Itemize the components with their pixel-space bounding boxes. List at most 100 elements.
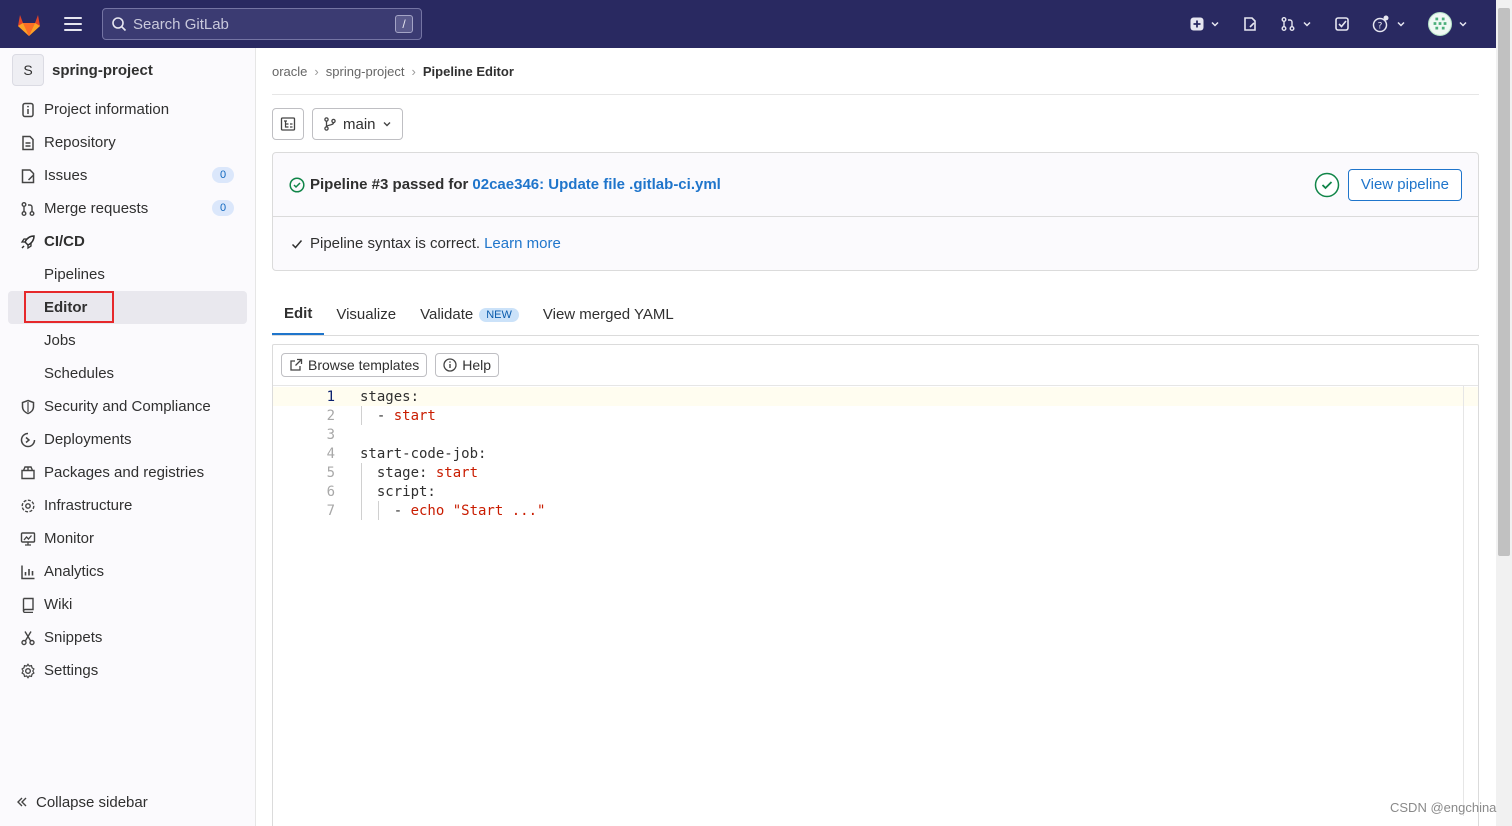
code-area[interactable]: 1 stages: 2 - start 3 4 start-code-job: 5 … xyxy=(273,386,1478,816)
breadcrumb-separator: › xyxy=(314,63,319,79)
sidebar-item-label: Repository xyxy=(44,134,116,151)
new-menu-button[interactable] xyxy=(1190,17,1220,31)
pipeline-status-panel: Pipeline #3 passed for 02cae346: Update … xyxy=(272,152,1479,271)
tab-validate[interactable]: Validate NEW xyxy=(408,294,531,335)
sidebar-item-project-information[interactable]: Project information xyxy=(0,93,255,126)
code-line: 7 - echo "Start ..." xyxy=(273,501,1478,520)
tab-view-merged-yaml[interactable]: View merged YAML xyxy=(531,294,686,335)
tab-label: Validate xyxy=(420,306,474,323)
project-avatar: S xyxy=(12,54,44,86)
browse-templates-label: Browse templates xyxy=(308,357,420,373)
sidebar-item-infrastructure[interactable]: Infrastructure xyxy=(0,489,255,522)
help-nav-button[interactable]: ? xyxy=(1372,15,1406,33)
cloud-gear-icon xyxy=(21,498,35,513)
code-line: 6 script: xyxy=(273,482,1478,501)
code-line: 5 stage: start xyxy=(273,463,1478,482)
sidebar-item-label: Deployments xyxy=(44,431,132,448)
view-pipeline-button[interactable]: View pipeline xyxy=(1347,168,1462,201)
pipeline-status-row: Pipeline #3 passed for 02cae346: Update … xyxy=(273,153,1478,217)
sidebar-item-label: Security and Compliance xyxy=(44,398,211,415)
check-icon xyxy=(291,239,303,249)
commit-link[interactable]: 02cae346: Update file .gitlab-ci.yml xyxy=(472,176,720,193)
search-icon xyxy=(112,17,127,32)
line-number: 7 xyxy=(326,502,335,519)
success-check-icon xyxy=(289,176,305,193)
indent-guide xyxy=(361,463,362,520)
sidebar-item-security-and-compliance[interactable]: Security and Compliance xyxy=(0,390,255,423)
todos-nav-button[interactable] xyxy=(1334,16,1350,32)
sidebar-item-label: Monitor xyxy=(44,530,95,547)
browse-templates-button[interactable]: Browse templates xyxy=(281,353,428,377)
tab-label: Visualize xyxy=(336,306,397,323)
merge-requests-nav-button[interactable] xyxy=(1280,16,1312,32)
tab-edit[interactable]: Edit xyxy=(272,294,325,335)
double-chevron-left-icon xyxy=(17,797,27,807)
todo-check-icon xyxy=(1335,17,1349,31)
project-sidebar: S spring-project Project information Rep… xyxy=(0,48,256,826)
file-tree-toggle-button[interactable] xyxy=(272,108,304,140)
learn-more-link[interactable]: Learn more xyxy=(484,235,561,252)
sidebar-item-label: Schedules xyxy=(44,365,115,382)
sidebar-item-wiki[interactable]: Wiki xyxy=(0,588,255,621)
line-number: 5 xyxy=(326,464,335,481)
editor-tabs: Edit Visualize Validate NEW View merged Y… xyxy=(272,294,1479,336)
code-text: - echo "Start ..." xyxy=(360,502,546,519)
scrollbar-thumb[interactable] xyxy=(1498,8,1510,556)
project-name: spring-project xyxy=(52,61,153,79)
breadcrumb-current[interactable]: Pipeline Editor xyxy=(423,64,514,79)
pipeline-lint-row: Pipeline syntax is correct. Learn more xyxy=(273,217,1478,270)
sidebar-item-issues[interactable]: Issues 0 xyxy=(0,159,255,192)
branch-switcher-dropdown[interactable]: main xyxy=(312,108,403,140)
merge-request-icon xyxy=(21,201,35,216)
avatar xyxy=(1428,12,1452,36)
breadcrumb-item[interactable]: spring-project xyxy=(326,64,405,79)
sidebar-item-repository[interactable]: Repository xyxy=(0,126,255,159)
breadcrumb: oracle › spring-project › Pipeline Edito… xyxy=(272,48,1479,95)
sidebar-subitem-schedules[interactable]: Schedules xyxy=(0,357,255,390)
question-icon: ? xyxy=(1372,15,1389,33)
search-input[interactable] xyxy=(133,15,395,33)
svg-text:?: ? xyxy=(1378,22,1383,32)
main-content: oracle › spring-project › Pipeline Edito… xyxy=(272,48,1479,826)
help-button[interactable]: Help xyxy=(435,353,500,377)
sidebar-item-deployments[interactable]: Deployments xyxy=(0,423,255,456)
gitlab-logo-icon[interactable] xyxy=(14,9,44,39)
sidebar-item-snippets[interactable]: Snippets xyxy=(0,621,255,654)
chevron-down-icon xyxy=(1211,21,1219,27)
indent-guide xyxy=(361,406,362,425)
line-number: 2 xyxy=(326,407,335,424)
menu-icon[interactable] xyxy=(64,17,82,31)
issues-nav-button[interactable] xyxy=(1242,16,1258,32)
search-box[interactable]: / xyxy=(102,8,422,40)
user-menu-button[interactable] xyxy=(1428,12,1468,36)
pipeline-passed-status-icon[interactable] xyxy=(1314,172,1340,198)
collapse-sidebar-button[interactable]: Collapse sidebar xyxy=(0,790,148,814)
sidebar-item-label: Project information xyxy=(44,101,170,118)
sidebar-item-analytics[interactable]: Analytics xyxy=(0,555,255,588)
chevron-down-icon xyxy=(1303,21,1311,27)
issues-icon xyxy=(1244,17,1256,31)
sidebar-subitem-editor[interactable]: Editor xyxy=(8,291,247,324)
document-icon xyxy=(22,135,34,150)
sidebar-item-packages-and-registries[interactable]: Packages and registries xyxy=(0,456,255,489)
sidebar-item-settings[interactable]: Settings xyxy=(0,654,255,687)
sidebar-item-merge-requests[interactable]: Merge requests 0 xyxy=(0,192,255,225)
rocket-icon xyxy=(20,234,35,249)
sidebar-subitem-jobs[interactable]: Jobs xyxy=(0,324,255,357)
code-text: - start xyxy=(360,407,436,424)
line-number: 6 xyxy=(326,483,335,500)
code-text: stage: start xyxy=(360,464,479,481)
gear-icon xyxy=(21,662,35,679)
book-icon xyxy=(22,597,34,613)
sidebar-item-label: Settings xyxy=(44,662,99,679)
sidebar-item-ci-cd[interactable]: CI/CD xyxy=(0,225,255,258)
breadcrumb-item[interactable]: oracle xyxy=(272,64,307,79)
sidebar-subitem-pipelines[interactable]: Pipelines xyxy=(0,258,255,291)
tab-visualize[interactable]: Visualize xyxy=(324,294,408,335)
top-navbar: / ? xyxy=(0,0,1496,48)
sidebar-item-monitor[interactable]: Monitor xyxy=(0,522,255,555)
project-header[interactable]: S spring-project xyxy=(0,48,255,92)
chevron-down-icon xyxy=(1459,21,1467,27)
page-scrollbar[interactable] xyxy=(1496,0,1512,826)
sidebar-item-label: Jobs xyxy=(44,332,76,349)
